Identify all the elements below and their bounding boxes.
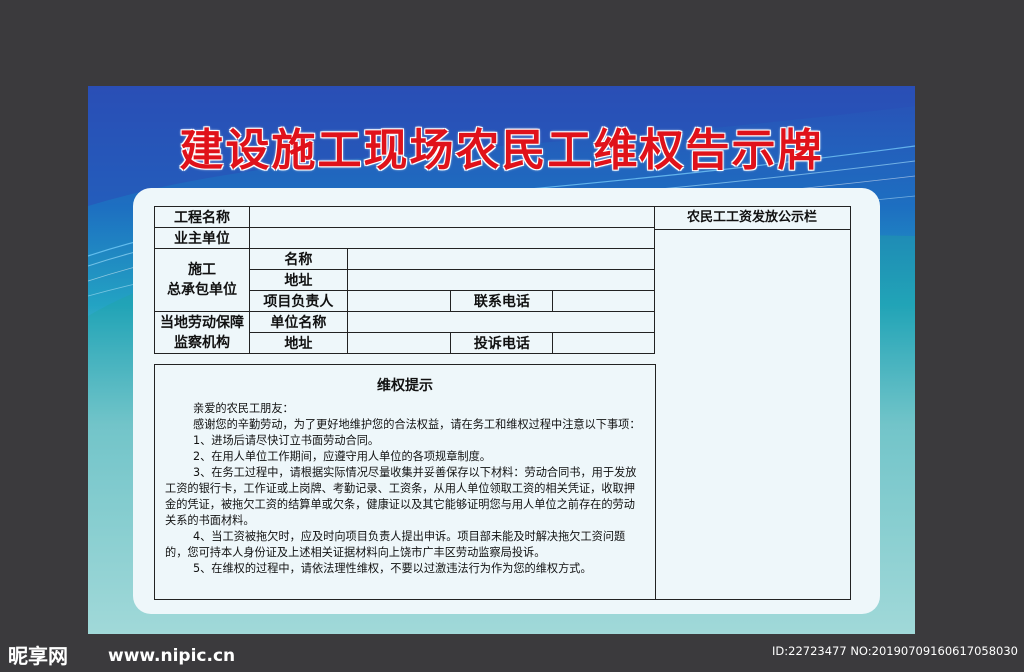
watermark-url: www.nipic.cn (108, 646, 236, 666)
value-name (346, 248, 656, 270)
value-owner-unit (249, 227, 655, 249)
notice-item-2: 2、在用人单位工作期间，应遵守用人单位的各项规章制度。 (193, 450, 491, 463)
page-title: 建设施工现场农民工维权告示牌 (179, 125, 824, 176)
label-project-name: 工程名称 (154, 206, 250, 228)
wage-board: 农民工工资发放公示栏 (654, 206, 851, 600)
value-complaint-phone (552, 332, 655, 354)
watermark-logo: 昵享网 (8, 644, 68, 668)
label-name: 名称 (249, 248, 348, 270)
value-project-leader (346, 290, 452, 312)
notice-item-5: 5、在维权的过程中，请依法理性维权，不要以过激违法行为作为您的维权方式。 (193, 562, 592, 575)
notice-greeting: 亲爱的农民工朋友： (193, 402, 294, 415)
label-owner-unit: 业主单位 (154, 227, 250, 249)
label-complaint-phone: 投诉电话 (450, 332, 554, 354)
label-address: 地址 (249, 269, 348, 291)
notice-item-4: 4、当工资被拖欠时，应及时向项目负责人提出申诉。项目部未能及时解决拖欠工资问题的… (165, 530, 626, 559)
notice-intro: 感谢您的辛勤劳动，为了更好地维护您的合法权益，请在务工和维权过程中注意以下事项： (193, 418, 641, 431)
label-contractor: 施工 总承包单位 (154, 248, 250, 312)
value-contact-phone (552, 290, 655, 312)
notice-item-1: 1、进场后请尽快订立书面劳动合同。 (193, 434, 380, 447)
value-address-2 (346, 332, 452, 354)
notice-heading: 维权提示 (377, 378, 433, 394)
label-contact-phone: 联系电话 (450, 290, 554, 312)
value-project-name (249, 206, 655, 228)
value-address (346, 269, 656, 291)
label-address-2: 地址 (249, 332, 348, 354)
value-unit-name (346, 311, 656, 333)
info-table: 工程名称 业主单位 施工 总承包单位 名称 地址 项目负责人 联系电话 当地劳动… (154, 206, 656, 354)
label-unit-name: 单位名称 (249, 311, 348, 333)
label-project-leader: 项目负责人 (249, 290, 348, 312)
image-id: ID:22723477 NO:20190709160617058030 (772, 644, 1018, 658)
notice-item-3: 3、在务工过程中，请根据实际情况尽量收集并妥善保存以下材料：劳动合同书，用于发放… (165, 466, 637, 527)
rights-notice: 维权提示 亲爱的农民工朋友： 感谢您的辛勤劳动，为了更好地维护您的合法权益，请在… (154, 364, 656, 600)
wage-board-title: 农民工工资发放公示栏 (654, 207, 850, 230)
label-labor-office: 当地劳动保障 监察机构 (154, 311, 250, 354)
